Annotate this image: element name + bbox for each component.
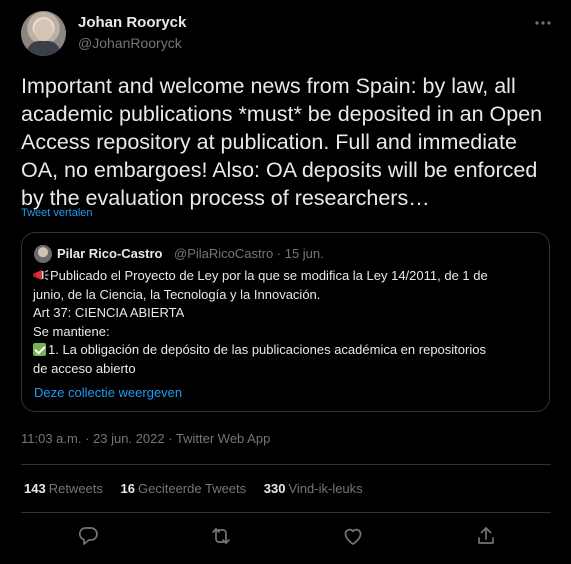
megaphone-icon xyxy=(33,270,49,280)
likes-stat[interactable]: 330 Vind-ik-leuks xyxy=(264,481,363,496)
view-collection-link[interactable]: Deze collectie weergeven xyxy=(34,385,182,400)
translate-link[interactable]: Tweet vertalen xyxy=(21,207,93,219)
share-icon[interactable] xyxy=(474,524,498,548)
quoted-line-2: junio, de la Ciencia, la Tecnología y la… xyxy=(33,286,321,302)
check-icon xyxy=(33,343,46,356)
quoted-line-3: Art 37: CIENCIA ABIERTA xyxy=(33,305,185,320)
author-avatar[interactable] xyxy=(21,11,66,56)
retweets-count: 143 xyxy=(24,481,46,496)
quoted-handle-date: @PilaRicoCastro · 15 jun. xyxy=(174,246,324,261)
like-icon[interactable] xyxy=(341,524,365,548)
quoted-line-4: Se mantiene: xyxy=(33,323,110,339)
quoted-line-1-text: Publicado el Proyecto de Ley por la que … xyxy=(50,268,488,283)
author-handle[interactable]: @JohanRooryck xyxy=(78,35,182,51)
quoted-line-5-text: 1. La obligación de depósito de las publ… xyxy=(48,342,486,357)
quoted-author-name: Pilar Rico-Castro xyxy=(57,246,163,261)
stats-divider-top xyxy=(21,464,551,465)
reply-icon[interactable] xyxy=(76,524,100,548)
quoted-avatar xyxy=(34,245,52,263)
retweets-stat[interactable]: 143 Retweets xyxy=(24,481,103,496)
author-name[interactable]: Johan Rooryck xyxy=(78,14,186,31)
more-icon[interactable] xyxy=(532,12,554,34)
quote-tweets-stat[interactable]: 16 Geciteerde Tweets xyxy=(121,481,247,496)
tweet-text: Important and welcome news from Spain: b… xyxy=(21,74,543,210)
quoted-line-6: de acceso abierto xyxy=(33,360,136,376)
retweets-label: Retweets xyxy=(48,481,103,496)
stats-divider-bottom xyxy=(21,512,551,513)
quoted-text: Publicado el Proyecto de Ley por la que … xyxy=(33,267,533,378)
avatar-face xyxy=(34,19,53,41)
tweet-timestamp[interactable]: 11:03 a.m. · 23 jun. 2022 · Twitter Web … xyxy=(21,431,270,446)
engagement-stats: 143 Retweets 16 Geciteerde Tweets 330 Vind-… xyxy=(24,481,377,496)
quotes-count: 16 xyxy=(120,481,135,496)
likes-label: Vind-ik-leuks xyxy=(288,481,363,496)
quotes-label: Geciteerde Tweets xyxy=(138,481,247,496)
avatar-suit xyxy=(27,41,60,56)
quoted-line-5: 1. La obligación de depósito de las publ… xyxy=(33,341,533,360)
likes-count: 330 xyxy=(263,481,286,496)
quoted-line-1: Publicado el Proyecto de Ley por la que … xyxy=(33,267,533,286)
retweet-icon[interactable] xyxy=(209,524,233,548)
